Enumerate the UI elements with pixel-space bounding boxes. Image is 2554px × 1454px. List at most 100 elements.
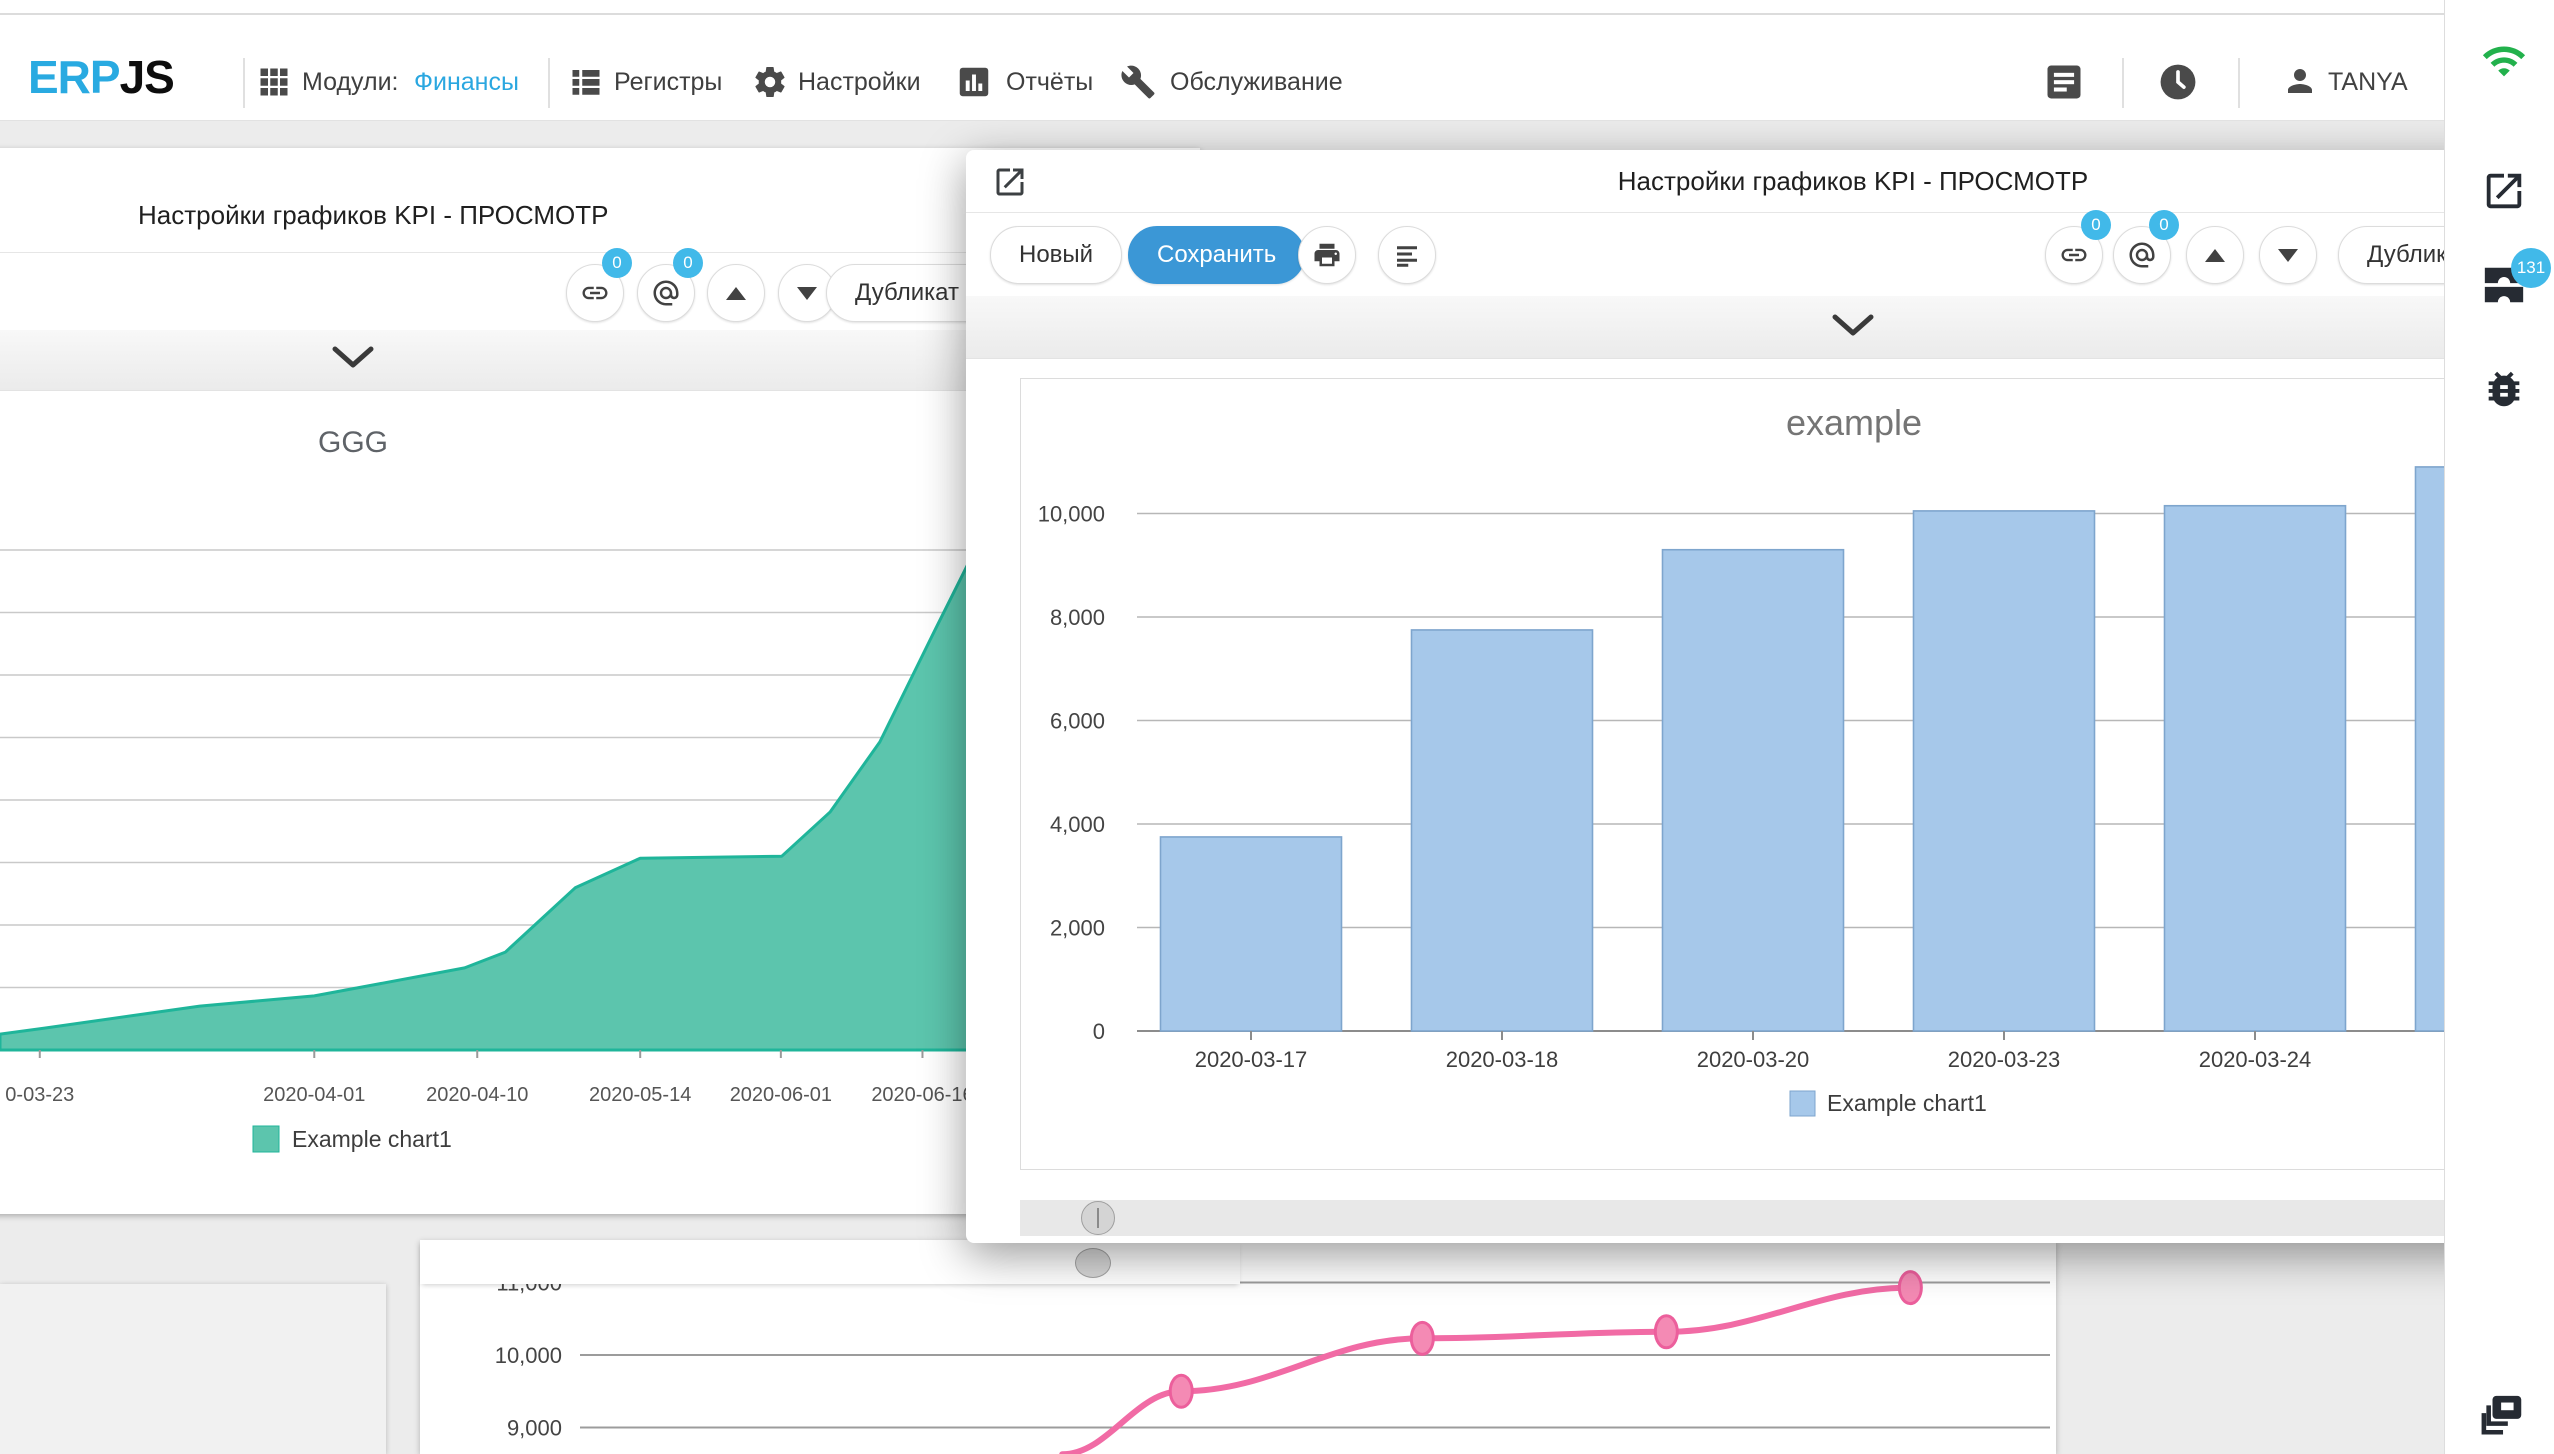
move-up-button[interactable]	[707, 264, 765, 322]
nav-item-reports[interactable]: Отчёты	[1006, 68, 1093, 97]
link-count-badge: 0	[602, 248, 632, 278]
scrollbar-handle[interactable]	[1081, 1201, 1115, 1235]
legend-swatch	[253, 1126, 279, 1152]
bar	[1914, 511, 2095, 1031]
x-label: 2020-06-16	[871, 1084, 973, 1106]
reports-chart-icon	[956, 64, 992, 100]
divider	[966, 212, 2554, 213]
chevron-down-icon[interactable]	[332, 346, 374, 375]
bar-chart-example: example02,0004,0006,0008,00010,0002020-0…	[1021, 379, 2554, 1169]
area-series	[0, 560, 970, 1050]
data-point	[1899, 1272, 1921, 1304]
stacked-windows-icon[interactable]	[2481, 1392, 2527, 1438]
nav-divider	[548, 58, 550, 108]
nav-divider	[2238, 58, 2240, 108]
nav-modules-link[interactable]: Финансы	[414, 68, 519, 97]
x-label: 2020-03-20	[1697, 1047, 1810, 1072]
x-label: 2020-03-24	[2199, 1047, 2312, 1072]
scrollbar-handle[interactable]	[1075, 1248, 1111, 1278]
new-button[interactable]: Новый	[990, 226, 1122, 284]
chevron-down-icon[interactable]	[1832, 314, 1874, 343]
attach-count-badge: 0	[2149, 210, 2179, 240]
x-label: 2020-03-23	[1948, 1047, 2061, 1072]
app-root: ERPJS Модули: Финансы Регистры Настройки…	[0, 0, 2554, 1454]
legend-swatch	[1790, 1091, 1815, 1116]
link-icon	[2059, 240, 2089, 270]
triangle-up-icon	[2205, 249, 2225, 262]
top-nav: ERPJS Модули: Финансы Регистры Настройки…	[0, 0, 2444, 121]
x-label: 2020-03-18	[1446, 1047, 1559, 1072]
move-down-button[interactable]	[2259, 226, 2317, 284]
triangle-down-icon	[797, 287, 817, 300]
y-label: 4,000	[1050, 812, 1105, 837]
nav-item-settings[interactable]: Настройки	[798, 68, 921, 97]
logo-js: JS	[120, 51, 174, 103]
data-point	[1411, 1322, 1433, 1354]
y-label: 10,000	[495, 1343, 562, 1368]
nav-item-registers[interactable]: Регистры	[614, 68, 722, 97]
chart-box: example02,0004,0006,0008,00010,0002020-0…	[1020, 378, 2554, 1170]
move-up-button[interactable]	[2186, 226, 2244, 284]
y-label: 10,000	[1038, 502, 1105, 527]
open-in-new-icon[interactable]	[2481, 168, 2527, 214]
kpi-window-3: 9,00010,00011,000	[420, 1240, 2056, 1454]
x-label: 2020-05-14	[589, 1084, 691, 1106]
save-button[interactable]: Сохранить	[1128, 226, 1305, 284]
bar	[1412, 630, 1593, 1031]
inbox-count-badge: 131	[2511, 248, 2551, 288]
link-count-badge: 0	[2081, 210, 2111, 240]
apps-grid-icon	[256, 64, 292, 100]
x-label: 0-03-23	[5, 1084, 74, 1106]
wifi-icon	[2481, 38, 2527, 84]
app-logo[interactable]: ERPJS	[28, 50, 174, 104]
area-chart-ggg: 0-03-23 2020-04-01 2020-04-10 2020-05-14 202…	[0, 540, 975, 1214]
bug-icon[interactable]	[2481, 366, 2527, 412]
bar	[1663, 550, 1844, 1031]
attach-count-badge: 0	[673, 248, 703, 278]
link-icon	[580, 278, 610, 308]
menu-list-button[interactable]	[1378, 226, 1436, 284]
bottom-left-panel	[0, 1284, 386, 1454]
y-label: 8,000	[1050, 605, 1105, 630]
modal-title: Настройки графиков KPI - ПРОСМОТР	[966, 166, 2554, 197]
notes-icon[interactable]	[2042, 60, 2086, 104]
collapse-band	[966, 296, 2554, 359]
bar	[2165, 506, 2346, 1031]
legend-label: Example chart1	[1827, 1090, 1987, 1116]
print-button[interactable]	[1298, 226, 1356, 284]
y-label: 0	[1093, 1019, 1105, 1044]
kpi-modal: Настройки графиков KPI - ПРОСМОТР Новый …	[966, 150, 2554, 1243]
top-hairline	[0, 13, 2554, 15]
chart1-title: GGG	[293, 426, 413, 460]
pink-window-top-band	[420, 1240, 1240, 1284]
at-email-icon	[651, 278, 681, 308]
nav-modules-label: Модули:	[302, 68, 399, 97]
gear-icon	[752, 64, 788, 100]
printer-icon	[1312, 240, 1342, 270]
scrollbar-track[interactable]	[1020, 1200, 2554, 1236]
y-label: 6,000	[1050, 709, 1105, 734]
line-series	[1062, 1288, 1910, 1454]
triangle-up-icon	[726, 287, 746, 300]
lines-icon	[1392, 240, 1422, 270]
registers-list-icon	[568, 64, 604, 100]
data-point	[1655, 1316, 1677, 1348]
wrench-icon	[1120, 64, 1156, 100]
nav-divider	[243, 58, 245, 108]
window1-title: Настройки графиков KPI - ПРОСМОТР	[138, 200, 608, 231]
right-sidebar: 131	[2444, 0, 2554, 1454]
nav-item-maintenance[interactable]: Обслуживание	[1170, 68, 1343, 97]
bar	[1161, 837, 1342, 1031]
chart-title: example	[1786, 402, 1922, 443]
x-label: 2020-04-10	[426, 1084, 528, 1106]
logo-erp: ERP	[28, 51, 120, 103]
x-label: 2020-06-01	[730, 1084, 832, 1106]
triangle-down-icon	[2278, 249, 2298, 262]
person-icon	[2282, 63, 2318, 99]
data-point	[1170, 1375, 1192, 1407]
nav-divider	[2122, 58, 2124, 108]
x-label: 2020-04-01	[263, 1084, 365, 1106]
user-name[interactable]: TANYA	[2328, 68, 2408, 97]
clock-icon[interactable]	[2156, 60, 2200, 104]
x-label: 2020-03-17	[1195, 1047, 1308, 1072]
